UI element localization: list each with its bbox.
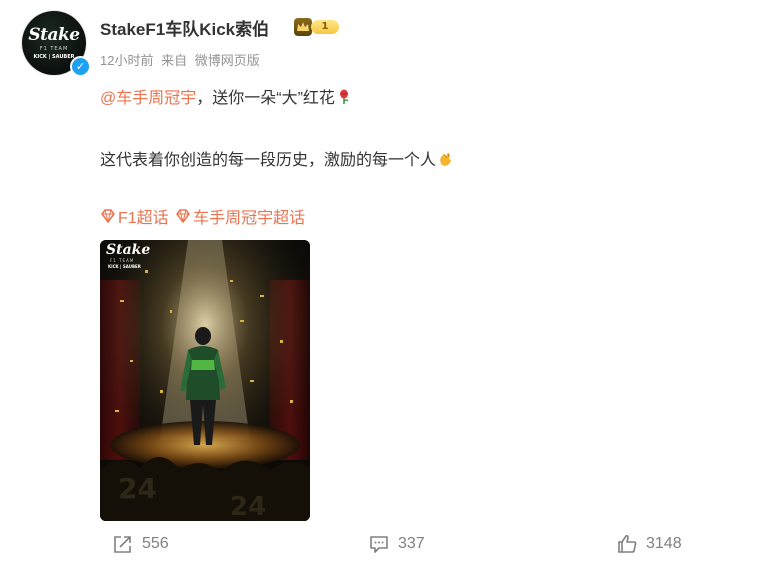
image-team-text: F1 TEAM [110, 258, 135, 263]
weibo-post-card: Stake F1 TEAM KICK | SAUBER ✓ StakeF1车队K… [0, 0, 775, 564]
topic-links: F1超话 车手周冠宇超话 [100, 204, 307, 228]
user-mention-link[interactable]: @车手周冠宇 [100, 90, 196, 107]
share-count: 556 [142, 535, 169, 552]
share-button[interactable]: 556 [112, 533, 169, 555]
post-source: 微博网页版 [194, 53, 260, 68]
post-text-line-1: @车手周冠宇，送你一朵“大”红花 [100, 84, 351, 108]
post-actions: 556 337 3148 [0, 533, 775, 559]
clapping-hands-icon [440, 152, 452, 166]
thumbs-up-icon [618, 534, 637, 553]
post-text-greeting: ，送你一朵“大”红花 [196, 90, 335, 107]
comment-button[interactable]: 337 [368, 533, 425, 555]
diamond-icon [101, 209, 115, 223]
author-name[interactable]: StakeF1车队Kick索伯 [100, 15, 269, 40]
diamond-icon [176, 209, 191, 223]
avatar-logo-text: Stake [28, 25, 80, 45]
post-text-message: 这代表着你创造的每一段历史，激励的每一个人 [100, 152, 437, 169]
verified-badge-icon: ✓ [70, 56, 91, 77]
post-meta: 12小时前 来自 微博网页版 [100, 50, 264, 69]
post-text-line-2: 这代表着你创造的每一段历史，激励的每一个人 [100, 146, 454, 170]
comment-count: 337 [398, 535, 425, 552]
svg-text:24: 24 [230, 492, 266, 521]
svg-text:24: 24 [118, 472, 157, 505]
fan-level-badge[interactable]: 1 [311, 20, 339, 34]
comment-icon [370, 536, 388, 553]
crown-icon[interactable] [294, 18, 312, 36]
topic-link-f1[interactable]: F1超话 [100, 204, 169, 228]
like-count: 3148 [646, 535, 682, 552]
source-prefix: 来自 [161, 53, 188, 68]
topic-label: 车手周冠宇超话 [193, 210, 306, 227]
like-button[interactable]: 3148 [616, 533, 682, 555]
post-image[interactable]: 24 24 Stake F1 TEAM KICK | SAUBER [100, 240, 310, 521]
avatar-team-text: F1 TEAM [39, 46, 69, 52]
post-time[interactable]: 12小时前 [100, 53, 153, 68]
image-sponsor-text: KICK | SAUBER [108, 264, 141, 269]
topic-label: F1超话 [118, 210, 169, 227]
image-logo-text: Stake [106, 242, 151, 258]
topic-link-zhou-guanyu[interactable]: 车手周冠宇超话 [175, 204, 305, 228]
rose-icon [339, 89, 349, 104]
share-icon [114, 536, 131, 553]
